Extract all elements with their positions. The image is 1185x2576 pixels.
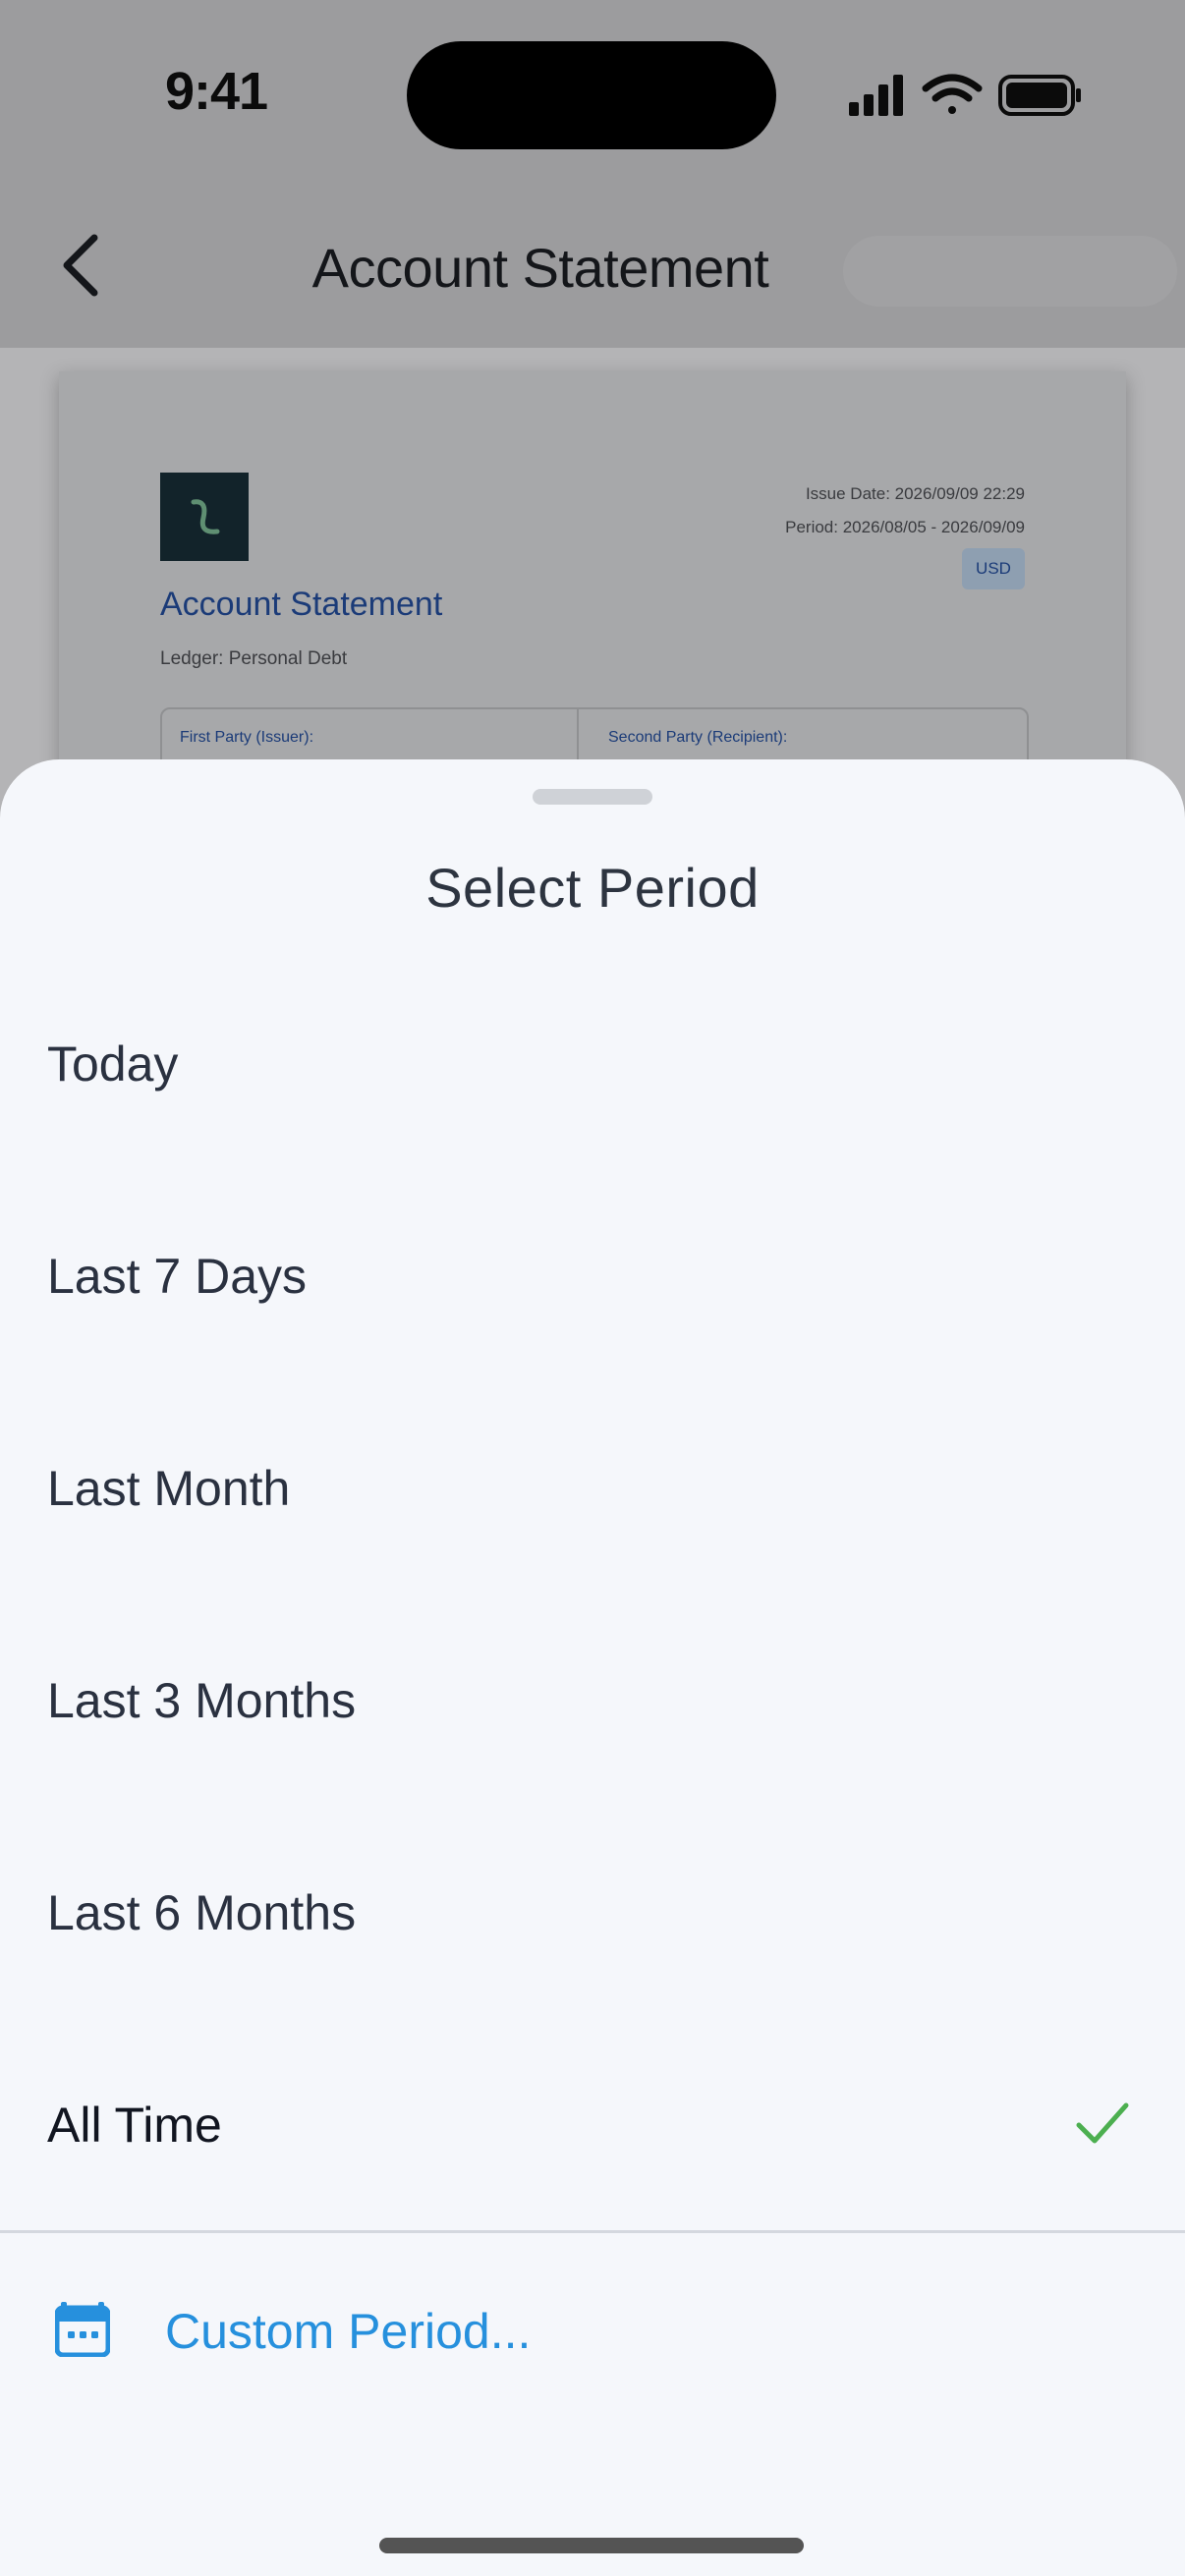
period-option-last-3-months[interactable]: Last 3 Months — [0, 1595, 1185, 1807]
select-period-sheet: Select Period Today Last 7 Days Last Mon… — [0, 759, 1185, 2576]
calendar-icon — [55, 2302, 110, 2357]
navigation-bar: Account Statement — [0, 196, 1185, 334]
status-bar: 9:41 — [0, 0, 1185, 187]
period-option-last-month[interactable]: Last Month — [0, 1382, 1185, 1595]
statement-title: Account Statement — [160, 586, 443, 623]
period-option-all-time[interactable]: All Time — [0, 2019, 1185, 2231]
period-option-last-6-months[interactable]: Last 6 Months — [0, 1807, 1185, 2019]
battery-icon — [998, 75, 1081, 116]
custom-period-button[interactable]: Custom Period... — [0, 2233, 1185, 2449]
screen: 9:41 Account Statement Account Statement… — [0, 0, 1185, 2576]
option-label: Last Month — [47, 1461, 291, 1516]
custom-period-label: Custom Period... — [165, 2304, 532, 2359]
checkmark-icon — [1076, 2102, 1129, 2144]
signal-icon — [849, 75, 903, 116]
option-label: Last 6 Months — [47, 1885, 357, 1940]
currency-badge: USD — [962, 548, 1025, 589]
second-party-label: Second Party (Recipient): — [608, 729, 788, 746]
wifi-icon — [922, 74, 983, 114]
sheet-title: Select Period — [425, 857, 760, 919]
nav-action-button[interactable] — [843, 236, 1177, 307]
option-label: Last 3 Months — [47, 1673, 357, 1728]
statement-preview: Account Statement Ledger: Personal Debt … — [59, 371, 1126, 829]
status-icons — [849, 74, 1081, 116]
issue-date: Issue Date: 2026/09/09 22:29 — [805, 484, 1025, 503]
period-option-last-7-days[interactable]: Last 7 Days — [0, 1170, 1185, 1382]
period-option-today[interactable]: Today — [0, 958, 1185, 1170]
statement-period: Period: 2026/08/05 - 2026/09/09 — [785, 518, 1025, 536]
sheet-grabber[interactable] — [533, 789, 652, 805]
option-label: All Time — [47, 2098, 222, 2153]
statement-ledger: Ledger: Personal Debt — [160, 648, 348, 669]
status-time: 9:41 — [165, 62, 268, 121]
logo-icon — [191, 499, 220, 534]
option-label: Last 7 Days — [47, 1249, 308, 1304]
dynamic-island — [407, 41, 776, 149]
first-party-label: First Party (Issuer): — [180, 729, 314, 746]
statement-meta: Issue Date: 2026/09/09 22:29 Period: 202… — [785, 477, 1025, 544]
home-indicator — [379, 2538, 804, 2553]
ledger-logo — [160, 473, 249, 561]
option-label: Today — [47, 1036, 179, 1092]
